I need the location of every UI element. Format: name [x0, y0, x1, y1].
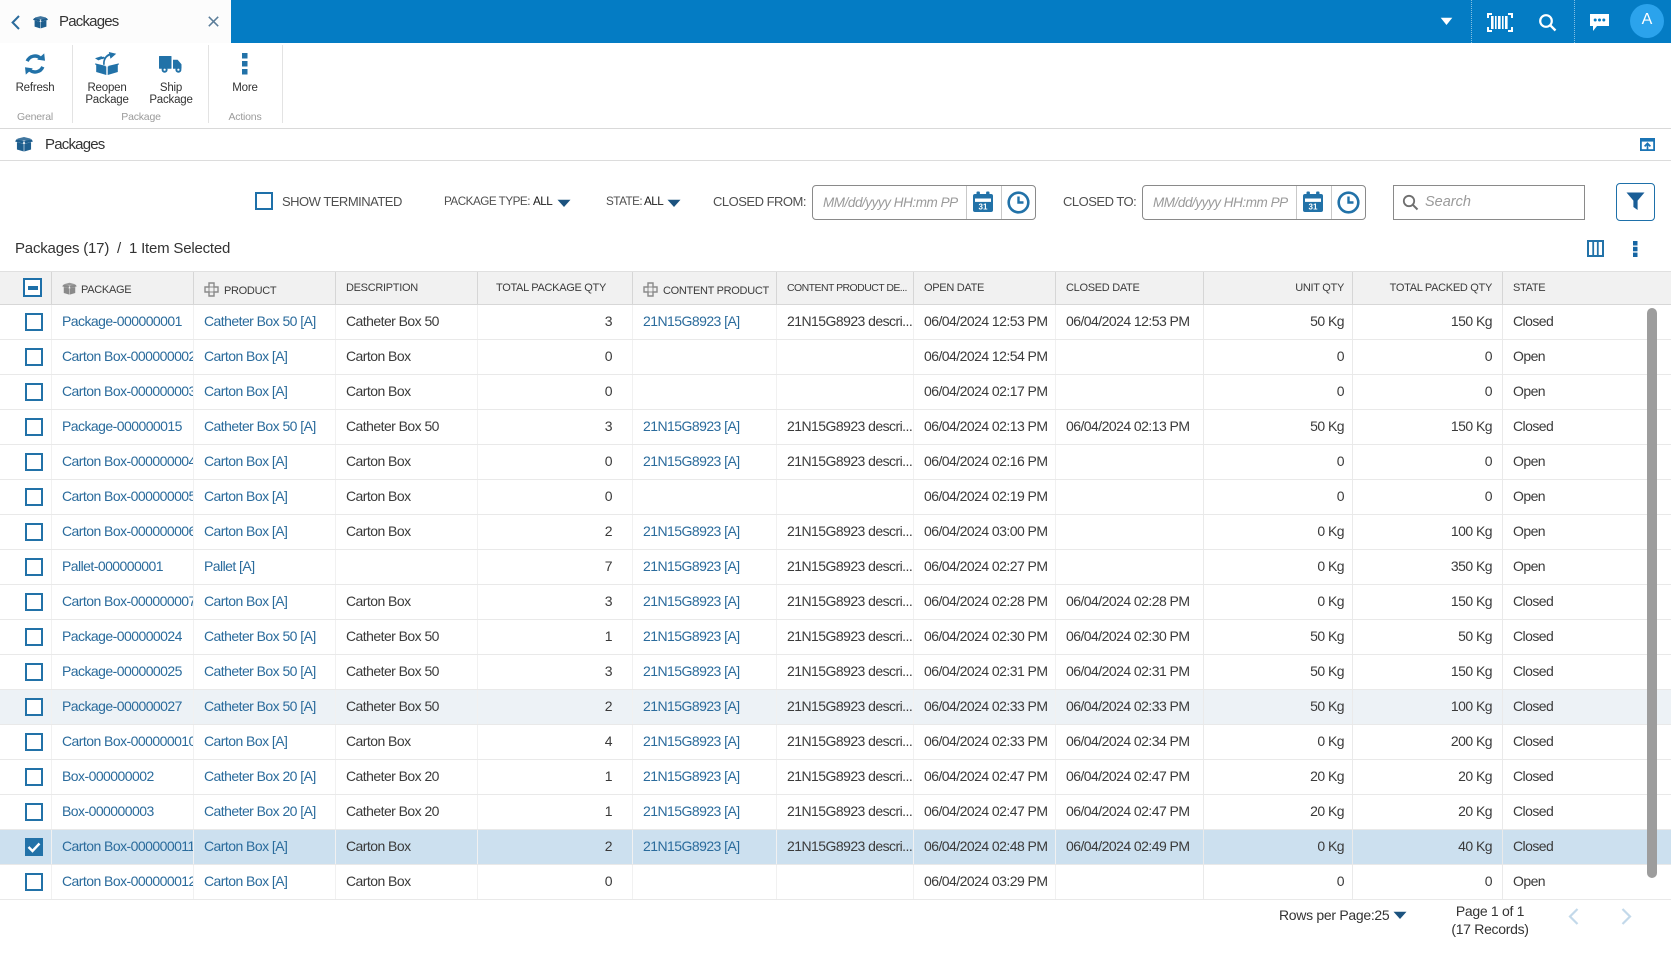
svg-text:31: 31 [1309, 203, 1318, 212]
svg-text:31: 31 [979, 203, 988, 212]
